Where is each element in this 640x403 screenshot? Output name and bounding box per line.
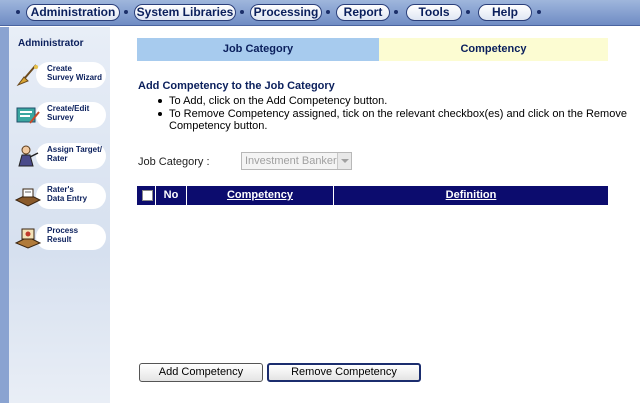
page-heading: Add Competency to the Job Category [138, 80, 335, 92]
sidebar-item-raters-data-entry[interactable]: Rater's Data Entry [14, 181, 106, 211]
sidebar-item-label-line1: Assign Target/ [47, 145, 102, 154]
sidebar-item-label-line2: Survey [47, 113, 74, 122]
instruction-text: Competency button. [169, 120, 268, 132]
select-all-checkbox[interactable] [142, 190, 153, 201]
instruction-text: To Add, click on the Add Competency butt… [169, 95, 388, 107]
column-header-competency[interactable]: Competency [187, 186, 333, 205]
competency-table-header: No Competency Definition [137, 186, 608, 205]
nav-dot [124, 10, 128, 14]
nav-tab-administration[interactable]: Administration [26, 4, 120, 21]
bullet-icon [158, 99, 162, 103]
assign-target-icon [18, 145, 39, 167]
nav-tab-report[interactable]: Report [336, 4, 390, 21]
remove-competency-button[interactable]: Remove Competency [267, 363, 421, 382]
top-navigation-bar: Administration System Libraries Processi… [0, 0, 640, 26]
sidebar-item-label-line2: Rater [47, 154, 68, 163]
job-category-label: Job Category : [138, 156, 210, 168]
sidebar-item-label: Assign Target/ Rater [47, 145, 102, 163]
tab-competency[interactable]: Competency [379, 38, 608, 61]
sidebar-item-label: Rater's Data Entry [47, 185, 87, 203]
nav-tab-processing[interactable]: Processing [250, 4, 322, 21]
nav-tab-tools[interactable]: Tools [406, 4, 462, 21]
edit-survey-icon [16, 107, 40, 124]
nav-dot [394, 10, 398, 14]
job-category-select[interactable]: Investment Banker [241, 152, 352, 170]
process-result-icon [14, 228, 42, 249]
nav-dot [326, 10, 330, 14]
sidebar-item-label: Process Result [47, 226, 78, 244]
sidebar-item-label: Create Survey Wizard [47, 64, 102, 82]
sidebar-title: Administrator [18, 38, 84, 49]
nav-dot [537, 10, 541, 14]
wizard-broom-icon [16, 64, 38, 87]
nav-dot [240, 10, 244, 14]
nav-dot [466, 10, 470, 14]
column-header-no: No [163, 189, 179, 201]
sidebar-item-create-edit-survey[interactable]: Create/Edit Survey [14, 100, 106, 130]
sidebar-item-label-line1: Create/Edit [47, 104, 90, 113]
sidebar-item-assign-target-rater[interactable]: Assign Target/ Rater [14, 141, 106, 171]
sidebar-item-label-line1: Process [47, 226, 79, 235]
nav-dot [16, 10, 20, 14]
sidebar-item-create-survey-wizard[interactable]: Create Survey Wizard [14, 60, 106, 90]
sidebar-item-label-line1: Rater's [47, 185, 74, 194]
sidebar-item-label-line2: Survey Wizard [47, 73, 103, 82]
nav-tab-help[interactable]: Help [478, 4, 532, 21]
sidebar-item-label: Create/Edit Survey [47, 104, 89, 122]
instruction-text: To Remove Competency assigned, tick on t… [169, 108, 627, 120]
chevron-down-icon[interactable] [337, 153, 351, 169]
bullet-icon [158, 112, 162, 116]
tab-job-category[interactable]: Job Category [137, 38, 379, 61]
column-header-definition[interactable]: Definition [334, 186, 608, 205]
nav-tab-system-libraries[interactable]: System Libraries [134, 4, 236, 21]
sidebar-edge [0, 27, 9, 403]
sidebar-item-label-line2: Result [47, 235, 72, 244]
add-competency-button[interactable]: Add Competency [139, 363, 263, 382]
sidebar-item-label-line2: Data Entry [47, 194, 88, 203]
sidebar-item-process-result[interactable]: Process Result [14, 222, 106, 252]
data-entry-icon [14, 188, 42, 207]
sidebar-item-label-line1: Create [47, 64, 72, 73]
job-category-value: Investment Banker [245, 155, 337, 167]
